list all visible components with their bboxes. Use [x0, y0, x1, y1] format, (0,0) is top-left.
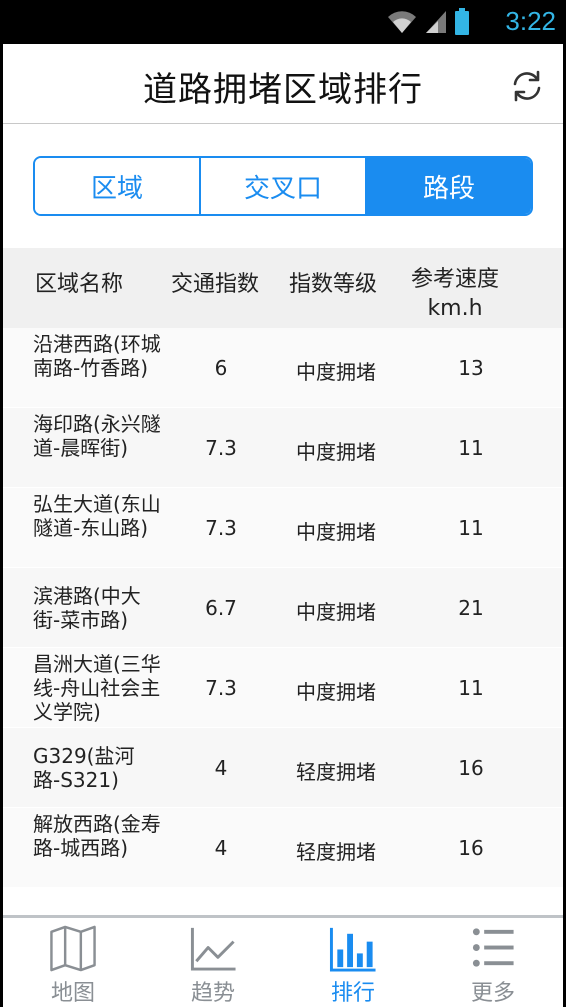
- tab-ranking[interactable]: 排行: [283, 918, 423, 1007]
- row-level: 中度拥堵: [296, 440, 376, 464]
- tab-trend-label: 趋势: [190, 981, 235, 1006]
- row-speed: 11: [458, 676, 484, 700]
- segment-control: 区域 交叉口 路段: [33, 156, 533, 216]
- row-index: 7.3: [205, 676, 237, 700]
- table-row[interactable]: 沿港西路(环城南路-竹香路) 6 中度拥堵 13: [3, 328, 563, 408]
- bar-chart-icon: [329, 927, 376, 972]
- row-level: 中度拥堵: [296, 680, 376, 704]
- row-speed: 16: [458, 836, 484, 860]
- row-name: 弘生大道(东山隧道-东山路): [33, 492, 161, 540]
- segment-road-section[interactable]: 路段: [365, 158, 531, 214]
- tab-trend[interactable]: 趋势: [143, 918, 283, 1007]
- tab-map[interactable]: 地图: [3, 918, 143, 1007]
- row-name: 海印路(永兴隧道-晨晖街): [33, 412, 161, 460]
- signal-icon: [426, 11, 446, 33]
- row-index: 4: [214, 756, 228, 780]
- row-index: 6.7: [205, 596, 237, 620]
- row-level: 中度拥堵: [296, 520, 376, 544]
- status-bar: 3:22: [0, 0, 566, 44]
- table-row[interactable]: 解放西路(金寿路-城西路) 4 轻度拥堵 16: [3, 808, 563, 888]
- table-header: 区域名称 交通指数 指数等级 参考速度 km.h: [3, 248, 563, 328]
- header-traffic-index: 交通指数: [171, 272, 260, 297]
- app-screen: 道路拥堵区域排行 区域 交叉口 路段 区域名称 交通指数 指数等级 参考速度 k…: [3, 44, 563, 1007]
- title-bar: 道路拥堵区域排行: [3, 44, 563, 124]
- row-level: 中度拥堵: [296, 600, 376, 624]
- map-icon: [50, 925, 96, 972]
- row-name: G329(盐河路-S321): [33, 744, 135, 792]
- header-ref-speed-label: 参考速度: [410, 267, 499, 292]
- page-title: 道路拥堵区域排行: [143, 70, 423, 110]
- header-area-name: 区域名称: [35, 272, 124, 297]
- tab-more[interactable]: 更多: [423, 918, 563, 1007]
- row-speed: 21: [458, 596, 484, 620]
- row-level: 轻度拥堵: [296, 760, 376, 784]
- table-row[interactable]: 海印路(永兴隧道-晨晖街) 7.3 中度拥堵 11: [3, 408, 563, 488]
- row-name: 滨港路(中大街-菜市路): [33, 584, 141, 632]
- table-row[interactable]: 弘生大道(东山隧道-东山路) 7.3 中度拥堵 11: [3, 488, 563, 568]
- status-time: 3:22: [505, 6, 556, 36]
- row-level: 轻度拥堵: [296, 840, 376, 864]
- row-name: 沿港西路(环城南路-竹香路): [33, 332, 161, 380]
- trend-icon: [190, 927, 236, 971]
- row-index: 6: [214, 356, 228, 380]
- ranking-table: 区域名称 交通指数 指数等级 参考速度 km.h 沿港西路(环城南路-竹香路) …: [3, 248, 563, 888]
- segment-region[interactable]: 区域: [35, 158, 199, 214]
- tab-map-label: 地图: [50, 981, 95, 1006]
- header-ref-speed: 参考速度 km.h: [405, 266, 505, 323]
- row-level: 中度拥堵: [296, 360, 376, 384]
- row-index: 4: [214, 836, 228, 860]
- status-icons: [386, 8, 470, 36]
- row-name: 昌洲大道(三华线-舟山社会主义学院): [33, 652, 161, 724]
- row-index: 7.3: [205, 516, 237, 540]
- segment-intersection[interactable]: 交叉口: [199, 158, 365, 214]
- table-row[interactable]: 昌洲大道(三华线-舟山社会主义学院) 7.3 中度拥堵 11: [3, 648, 563, 728]
- row-index: 7.3: [205, 436, 237, 460]
- tab-ranking-label: 排行: [330, 981, 375, 1006]
- row-speed: 16: [458, 756, 484, 780]
- row-speed: 13: [458, 356, 484, 380]
- list-icon: [472, 928, 514, 967]
- header-index-level: 指数等级: [289, 272, 378, 297]
- tab-more-label: 更多: [470, 981, 515, 1006]
- battery-icon: [455, 8, 469, 35]
- table-row[interactable]: 滨港路(中大街-菜市路) 6.7 中度拥堵 21: [3, 568, 563, 648]
- header-ref-speed-unit: km.h: [427, 295, 483, 321]
- bottom-tab-bar: 地图 趋势 排行 更多: [3, 915, 563, 1007]
- row-speed: 11: [458, 516, 484, 540]
- table-row[interactable]: G329(盐河路-S321) 4 轻度拥堵 16: [3, 728, 563, 808]
- row-name: 解放西路(金寿路-城西路): [33, 812, 161, 860]
- wifi-icon: [388, 11, 416, 33]
- refresh-icon[interactable]: [509, 68, 545, 104]
- row-speed: 11: [458, 436, 484, 460]
